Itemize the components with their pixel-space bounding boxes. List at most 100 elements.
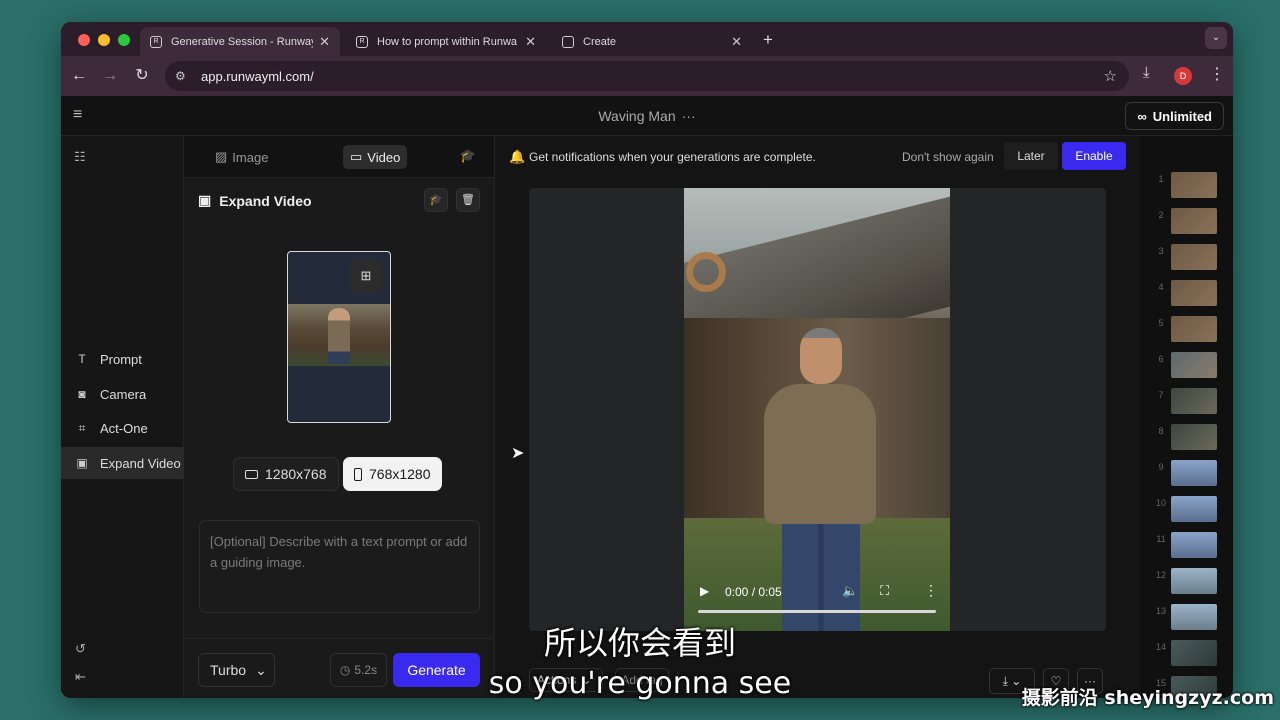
close-tab-icon[interactable]: ✕ [319, 34, 330, 50]
tab-search-icon[interactable]: ⌄ [1205, 27, 1227, 49]
mode-bar: ▨ Image ▭ Video 🎓 [184, 136, 494, 178]
runway-favicon-icon: R [150, 35, 162, 48]
mode-label: Video [367, 149, 401, 165]
history-index: 8 [1158, 426, 1164, 436]
history-item[interactable]: 7 [1140, 388, 1233, 414]
history-item[interactable]: 6 [1140, 352, 1233, 378]
history-index: 9 [1158, 462, 1164, 472]
learn-icon[interactable]: 🎓 [460, 148, 476, 164]
ratio-portrait-button[interactable]: 768x1280 [343, 457, 442, 491]
expand-icon: ▣ [198, 192, 212, 208]
tools-grid-icon[interactable]: ☷ [74, 149, 86, 165]
minimize-window-button[interactable] [98, 34, 110, 46]
runway-favicon-icon: R [356, 35, 368, 48]
site-settings-icon[interactable]: ⚙ [175, 69, 191, 83]
add-image-icon[interactable]: ⊞ [350, 260, 382, 292]
history-item[interactable]: 2 [1140, 208, 1233, 234]
close-window-button[interactable] [78, 34, 90, 46]
project-name: Waving Man [598, 108, 676, 124]
browser-tab-2[interactable]: R How to prompt within Runwa ✕ [346, 27, 546, 56]
history-thumbnail [1171, 424, 1217, 450]
history-thumbnail [1171, 460, 1217, 486]
rail-item-label: Prompt [100, 351, 142, 367]
history-item[interactable]: 1 [1140, 172, 1233, 198]
landscape-icon [245, 469, 258, 479]
profile-avatar[interactable]: D [1174, 67, 1192, 85]
close-tab-icon[interactable]: ✕ [525, 34, 536, 50]
browser-tab-1[interactable]: R Generative Session - Runway ✕ [140, 27, 340, 56]
later-button[interactable]: Later [1004, 142, 1058, 170]
history-index: 10 [1155, 498, 1166, 508]
history-item[interactable]: 5 [1140, 316, 1233, 342]
history-thumbnail [1171, 280, 1217, 306]
unlimited-plan-button[interactable]: ∞ Unlimited [1125, 102, 1224, 130]
new-tab-icon[interactable]: + [763, 30, 773, 50]
rail-item-camera[interactable]: ◙ Camera [61, 378, 184, 410]
more-vertical-icon[interactable]: ⋮ [924, 582, 938, 599]
watermark: 摄影前沿 sheyingzyz.com [1021, 687, 1274, 709]
delete-icon[interactable]: 🗑 [456, 188, 480, 212]
history-item[interactable]: 12 [1140, 568, 1233, 594]
download-icon[interactable]: ⤓ [1143, 64, 1150, 81]
back-icon[interactable]: ← [67, 64, 91, 88]
address-bar[interactable]: ⚙ app.runwayml.com/ ☆ [165, 61, 1129, 91]
history-thumbnail [1171, 568, 1217, 594]
learn-icon[interactable]: 🎓 [424, 188, 448, 212]
enable-button[interactable]: Enable [1062, 142, 1126, 170]
close-tab-icon[interactable]: ✕ [731, 34, 742, 50]
rail-item-label: Camera [100, 386, 147, 402]
history-index: 11 [1156, 534, 1166, 544]
mouse-cursor-icon: ➤ [511, 445, 525, 462]
wagon-wheel [686, 252, 726, 292]
history-item[interactable]: 10 [1140, 496, 1233, 522]
reload-icon[interactable]: ↻ [130, 64, 154, 88]
rail-item-expand-video[interactable]: ▣ Expand Video [61, 447, 184, 479]
video-player[interactable]: ▶ 0:00 / 0:05 🔈 ⛶ ⋮ [684, 188, 950, 631]
tab-title: Create [583, 35, 617, 48]
project-title[interactable]: Waving Man ··· [61, 108, 1233, 124]
history-item[interactable]: 3 [1140, 244, 1233, 270]
history-item[interactable]: 9 [1140, 460, 1233, 486]
page-favicon-icon [562, 35, 574, 48]
rail-item-act-one[interactable]: ⌗ Act-One [61, 412, 184, 444]
mode-tab-image[interactable]: ▨ Image [208, 145, 275, 169]
tool-panel: ▣ Expand Video 🎓 🗑 ⊞ 1280x768 768x1280 [… [184, 178, 540, 649]
browser-menu-icon[interactable]: ⋮ [1209, 64, 1225, 84]
play-icon[interactable]: ▶ [700, 584, 709, 598]
maximize-window-button[interactable] [118, 34, 130, 46]
history-index: 4 [1158, 282, 1164, 292]
history-item[interactable]: 11 [1140, 532, 1233, 558]
bookmark-star-icon[interactable]: ☆ [1104, 67, 1117, 85]
rail-item-prompt[interactable]: T Prompt [61, 343, 184, 375]
man-head [800, 328, 842, 384]
history-item[interactable]: 4 [1140, 280, 1233, 306]
url-text: app.runwayml.com/ [201, 68, 314, 84]
dont-show-again-button[interactable]: Don't show again [902, 150, 994, 164]
history-index: 2 [1158, 210, 1164, 220]
forward-icon[interactable]: → [98, 64, 122, 88]
face-scan-icon: ⌗ [78, 420, 86, 435]
volume-icon[interactable]: 🔈 [842, 583, 858, 599]
tab-title: Generative Session - Runway [171, 35, 314, 48]
panel-title-text: Expand Video [219, 192, 312, 209]
fullscreen-icon[interactable]: ⛶ [880, 583, 889, 599]
ratio-landscape-button[interactable]: 1280x768 [233, 457, 339, 491]
camera-icon: ◙ [78, 387, 86, 401]
bell-icon: 🔔 [509, 149, 526, 164]
source-figure [328, 308, 350, 364]
panel-title: ▣ Expand Video [198, 192, 312, 209]
text-icon: T [78, 352, 86, 366]
prompt-input[interactable]: [Optional] Describe with a text prompt o… [199, 520, 480, 613]
history-thumbnail [1171, 532, 1217, 558]
video-stage: ▶ 0:00 / 0:05 🔈 ⛶ ⋮ [529, 188, 1106, 631]
history-index: 7 [1158, 390, 1164, 400]
portrait-icon [354, 467, 362, 481]
history-item[interactable]: 8 [1140, 424, 1233, 450]
more-icon[interactable]: ··· [682, 108, 696, 124]
history-index: 12 [1155, 570, 1166, 580]
mode-tab-video[interactable]: ▭ Video [343, 145, 408, 169]
video-progress-bar[interactable] [698, 610, 936, 613]
browser-tab-3[interactable]: Create ✕ [552, 27, 752, 56]
plan-label: Unlimited [1152, 108, 1212, 124]
main-area: 🔔 Get notifications when your generation… [494, 136, 1140, 698]
